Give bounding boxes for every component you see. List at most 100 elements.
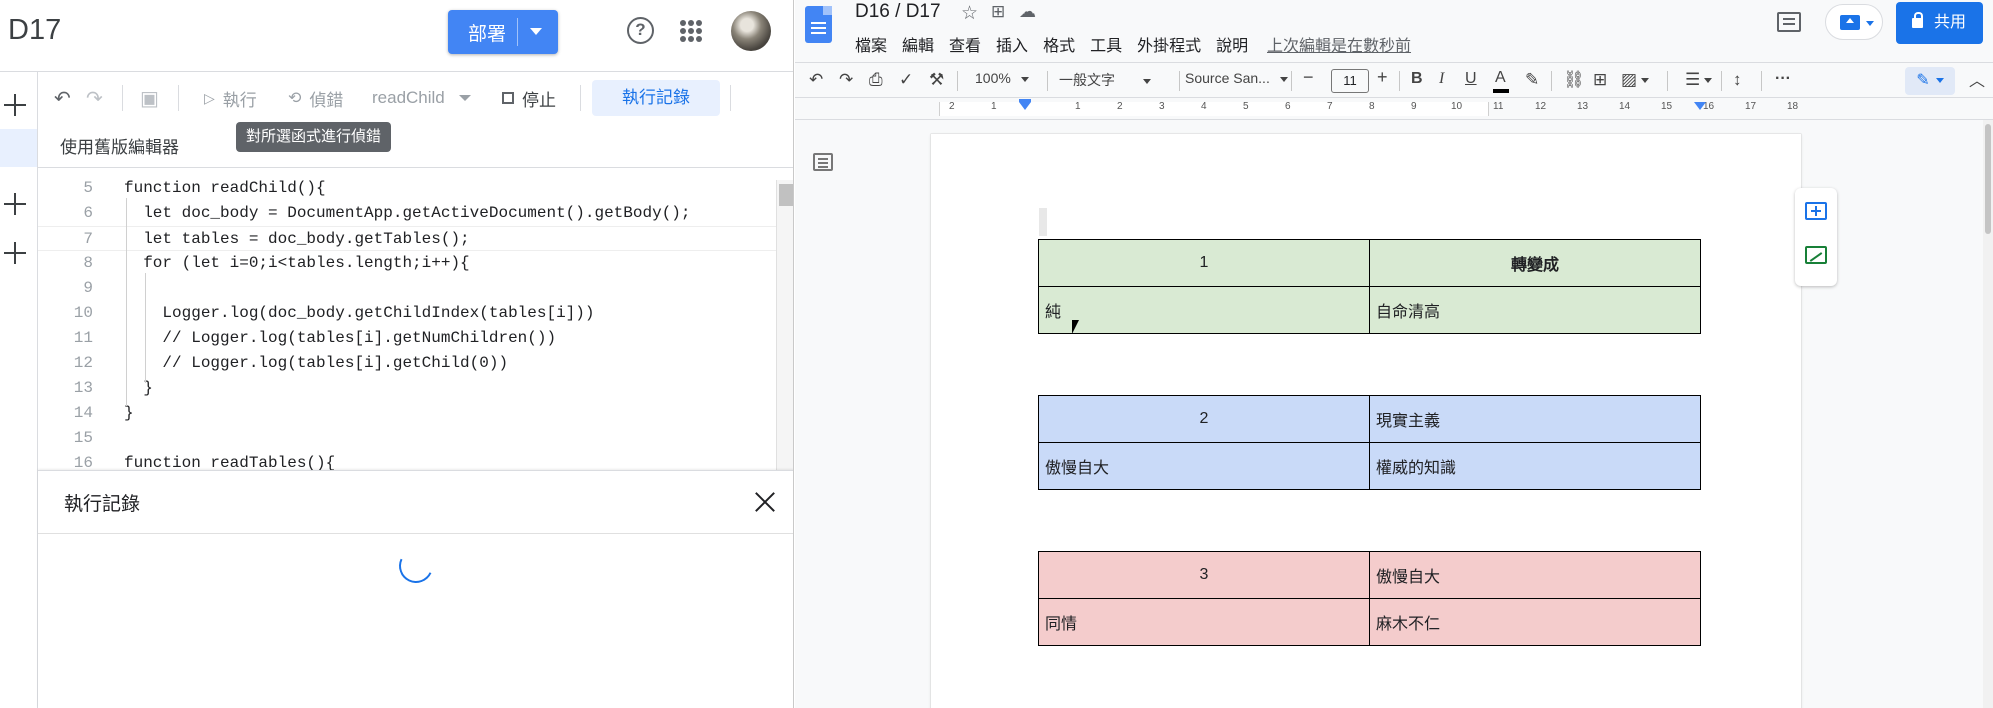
- ruler-tick: 17: [1745, 101, 1757, 112]
- font-size-input[interactable]: 11: [1331, 69, 1369, 93]
- ruler-tick: 18: [1787, 101, 1799, 112]
- more-icon[interactable]: ···: [1775, 70, 1791, 88]
- menu-insert[interactable]: 插入: [996, 32, 1028, 55]
- print-icon[interactable]: ⎙: [869, 70, 883, 90]
- insert-comment-icon[interactable]: ⊞: [1593, 70, 1607, 90]
- code-text: let doc_body = DocumentApp.getActiveDocu…: [124, 204, 691, 222]
- table-1[interactable]: 1 轉變成 純 自命清高: [1038, 239, 1701, 334]
- zoom-select[interactable]: 100%: [975, 70, 1029, 86]
- legacy-editor-link[interactable]: 使用舊版編輯器: [60, 133, 179, 158]
- link-icon[interactable]: ⛓: [1563, 70, 1585, 90]
- close-icon[interactable]: [754, 491, 776, 513]
- table-cell[interactable]: 傲慢自大: [1369, 551, 1701, 599]
- document-scrollbar[interactable]: [1983, 120, 1993, 708]
- undo-icon[interactable]: ↶: [809, 70, 823, 90]
- add-comment-icon[interactable]: [1805, 202, 1827, 220]
- deploy-button[interactable]: 部署: [448, 10, 558, 54]
- table-3[interactable]: 3 傲慢自大 同情 麻木不仁: [1038, 551, 1701, 646]
- project-title[interactable]: D17: [8, 14, 61, 47]
- table-cell[interactable]: 純: [1038, 286, 1370, 334]
- table-cell[interactable]: 2: [1038, 395, 1370, 443]
- redo-icon[interactable]: ↷: [839, 70, 853, 90]
- code-scrollbar[interactable]: [776, 180, 793, 470]
- ruler-tick: 10: [1451, 101, 1463, 112]
- deploy-separator: [517, 18, 518, 46]
- right-indent-handle[interactable]: [1694, 102, 1706, 110]
- document-title[interactable]: D16 / D17: [855, 1, 941, 23]
- highlight-icon[interactable]: ✎: [1525, 70, 1539, 90]
- line-spacing-icon[interactable]: ↕: [1733, 70, 1742, 90]
- editing-mode-button[interactable]: ✎: [1905, 67, 1955, 95]
- decrease-font-size-button[interactable]: −: [1303, 67, 1314, 88]
- menu-help[interactable]: 說明: [1216, 32, 1248, 55]
- text-color-icon[interactable]: A: [1493, 69, 1509, 93]
- add-library-icon[interactable]: [4, 193, 26, 215]
- help-icon[interactable]: ?: [627, 17, 654, 44]
- suggest-edit-icon[interactable]: [1805, 246, 1827, 264]
- table-cell[interactable]: 現實主義: [1369, 395, 1701, 443]
- ruler-tick: 7: [1327, 101, 1333, 112]
- menu-edit[interactable]: 編輯: [902, 32, 934, 55]
- mouse-pointer-icon: [1072, 320, 1079, 334]
- avatar[interactable]: [731, 11, 771, 51]
- add-service-icon[interactable]: [4, 242, 26, 264]
- scrollbar-thumb[interactable]: [779, 184, 793, 206]
- style-select[interactable]: 一般文字: [1059, 70, 1151, 90]
- move-folder-icon[interactable]: ⊞: [991, 2, 1005, 22]
- insert-image-icon[interactable]: ▨: [1621, 70, 1650, 90]
- rail-selected-item[interactable]: [0, 129, 37, 167]
- comment-history-icon[interactable]: [1777, 12, 1801, 32]
- menu-addons[interactable]: 外掛程式: [1137, 32, 1201, 55]
- menu-view[interactable]: 查看: [949, 32, 981, 55]
- apps-grid-icon[interactable]: [680, 20, 702, 42]
- present-button[interactable]: [1825, 4, 1883, 40]
- document-page[interactable]: 1 轉變成 純 自命清高 2 現實主義 傲慢自大 權威的知識 3 傲慢自大 同情…: [931, 134, 1801, 708]
- add-file-icon[interactable]: [4, 94, 26, 116]
- bold-icon[interactable]: B: [1411, 70, 1423, 88]
- ruler-tick: 3: [1159, 101, 1165, 112]
- code-comment: // Logger.log(tables[i].getNumChildren()…: [124, 329, 557, 347]
- align-icon[interactable]: ☰: [1685, 70, 1713, 90]
- function-select[interactable]: readChild: [372, 86, 471, 110]
- menu-tools[interactable]: 工具: [1090, 32, 1122, 55]
- chevron-down-icon[interactable]: [530, 28, 542, 35]
- font-select[interactable]: Source San...: [1185, 70, 1288, 86]
- last-edit-link[interactable]: 上次編輯是在數秒前: [1267, 32, 1411, 56]
- cloud-saved-icon[interactable]: ☁: [1019, 2, 1036, 22]
- ruler-tick: 6: [1285, 101, 1291, 112]
- share-button[interactable]: 共用: [1896, 2, 1983, 44]
- underline-icon[interactable]: U: [1465, 70, 1477, 88]
- table-cell[interactable]: 麻木不仁: [1369, 598, 1701, 646]
- table-cell[interactable]: 傲慢自大: [1038, 442, 1370, 490]
- table-cell[interactable]: 同情: [1038, 598, 1370, 646]
- debug-button[interactable]: ⟲ 偵錯: [288, 86, 343, 110]
- code-editor[interactable]: 4 5function readChild(){ 6 let doc_body …: [38, 168, 793, 470]
- menu-file[interactable]: 檔案: [855, 32, 887, 55]
- code-line: 9: [83, 279, 93, 297]
- save-icon[interactable]: ▣: [140, 86, 159, 110]
- scrollbar-thumb[interactable]: [1985, 124, 1991, 234]
- menu-format[interactable]: 格式: [1043, 32, 1075, 55]
- chevron-up-icon[interactable]: ︿: [1969, 67, 1985, 91]
- table-cell[interactable]: 3: [1038, 551, 1370, 599]
- docs-logo-icon[interactable]: [805, 6, 832, 43]
- execution-log-button[interactable]: 執行記錄: [592, 80, 720, 116]
- table-2[interactable]: 2 現實主義 傲慢自大 權威的知識: [1038, 395, 1701, 490]
- spellcheck-icon[interactable]: ✓: [899, 70, 913, 90]
- increase-font-size-button[interactable]: +: [1377, 67, 1388, 88]
- table-cell[interactable]: 自命清高: [1369, 286, 1701, 334]
- table-cell[interactable]: 轉變成: [1369, 239, 1701, 287]
- run-button[interactable]: ▷ 執行: [204, 86, 257, 110]
- redo-icon[interactable]: ↷: [86, 86, 103, 110]
- stop-button[interactable]: 停止: [502, 86, 556, 110]
- paint-format-icon[interactable]: ⚒: [929, 70, 944, 90]
- undo-icon[interactable]: ↶: [54, 86, 71, 110]
- table-cell[interactable]: 權威的知識: [1369, 442, 1701, 490]
- italic-icon[interactable]: I: [1439, 70, 1444, 88]
- code-comment: // Logger.log(tables[i].getChild(0)): [124, 354, 509, 372]
- star-icon[interactable]: ☆: [961, 2, 978, 25]
- left-indent-handle[interactable]: [1019, 102, 1031, 110]
- table-cell[interactable]: 1: [1038, 239, 1370, 287]
- document-outline-icon[interactable]: [813, 153, 833, 171]
- table-row: 同情 麻木不仁: [1038, 598, 1701, 646]
